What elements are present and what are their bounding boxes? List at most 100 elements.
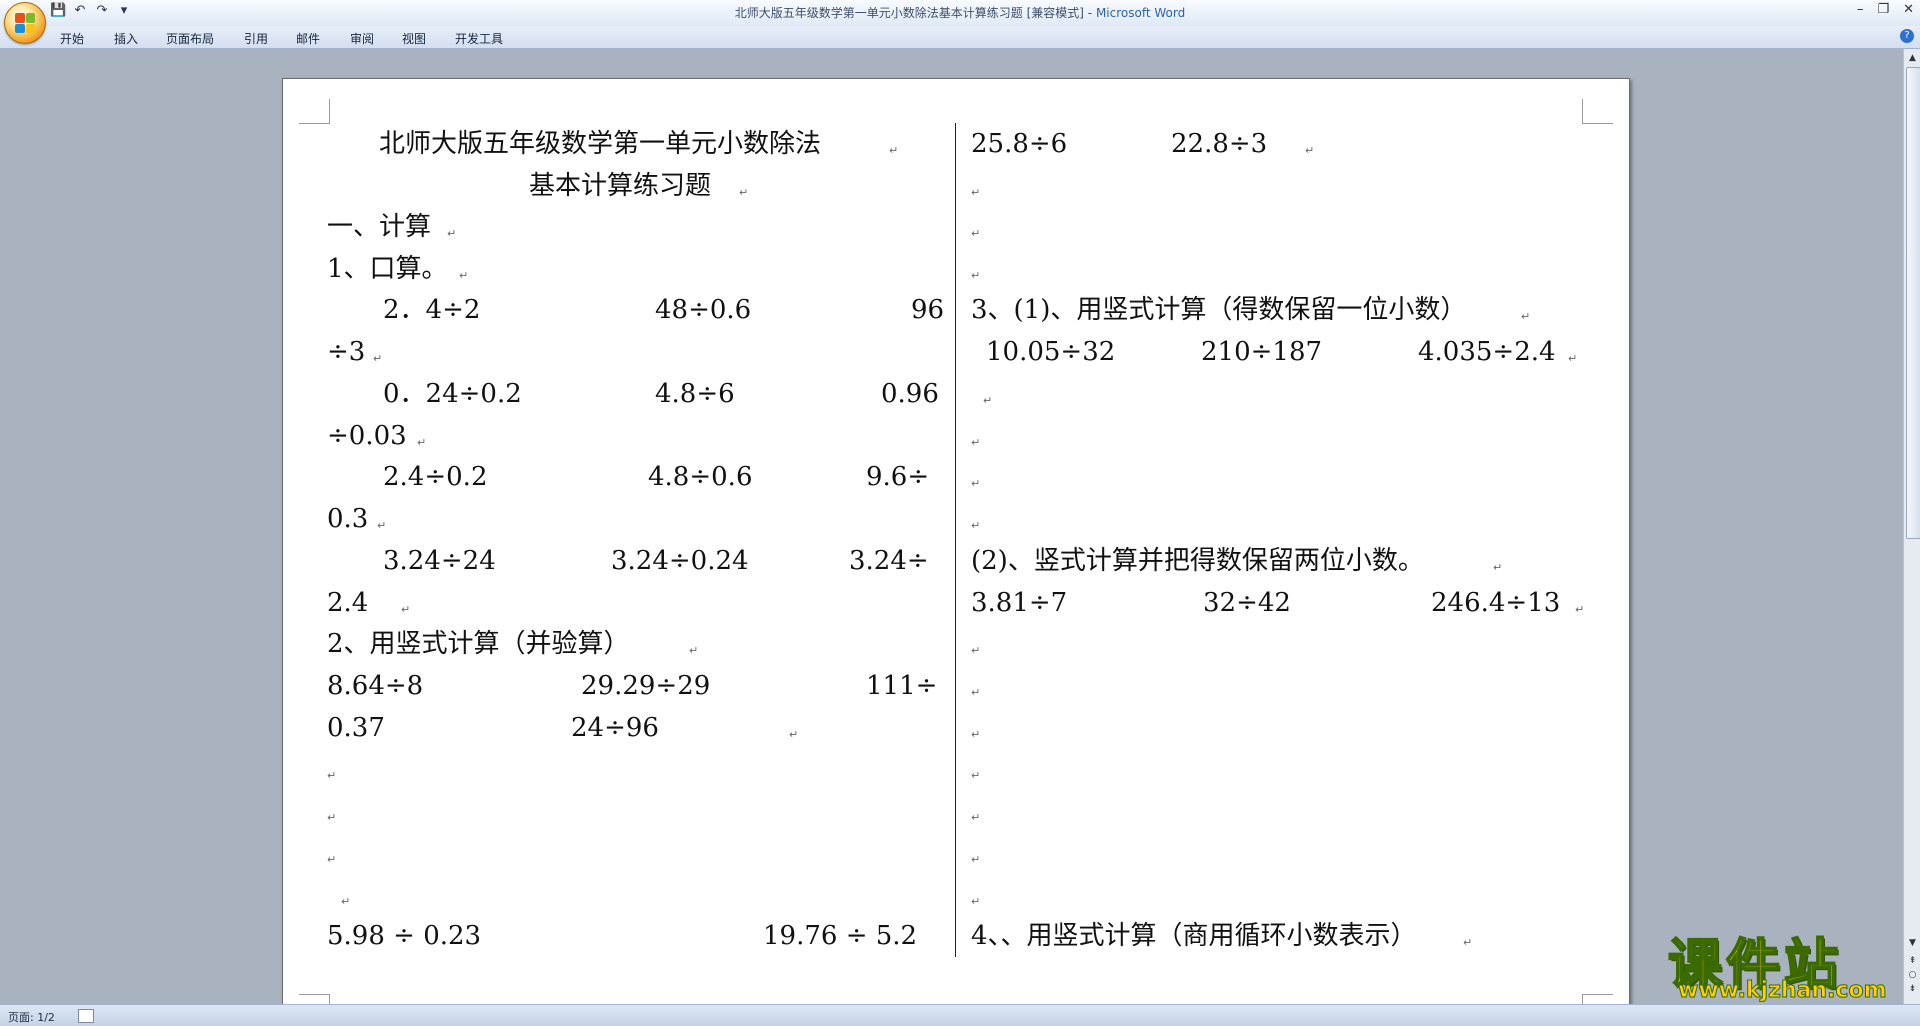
problem: 10.05÷32 <box>986 337 1116 367</box>
scroll-up-icon[interactable]: ▲ <box>1906 52 1919 65</box>
problem: 3.24÷ <box>849 546 929 576</box>
restore-button[interactable]: ❐ <box>1877 2 1889 17</box>
question-3: 3、(1)、用竖式计算（得数保留一位小数） <box>971 295 1467 325</box>
problem: 4.8÷0.6 <box>648 462 753 492</box>
page-indicator[interactable]: 页面: 1/2 <box>8 1009 55 1025</box>
paragraph-mark: ↵ <box>971 227 981 240</box>
paragraph-mark: ↵ <box>971 186 981 199</box>
question-1: 1、口算。 <box>327 254 448 284</box>
tab-references[interactable]: 引用 <box>244 30 268 47</box>
doc-title-line2: 基本计算练习题 <box>529 171 712 201</box>
problem: 5.98 ÷ 0.23 <box>327 921 482 951</box>
paragraph-mark: ↵ <box>1575 603 1585 616</box>
crop-mark <box>299 99 330 124</box>
app-name: Microsoft Word <box>1095 6 1186 20</box>
crop-mark <box>1582 99 1613 124</box>
ribbon-tabs: 开始 插入 页面布局 引用 邮件 审阅 视图 开发工具 ? <box>0 26 1920 49</box>
problem: 246.4÷13 <box>1431 588 1561 618</box>
paragraph-mark: ↵ <box>1463 936 1473 949</box>
tab-insert[interactable]: 插入 <box>114 30 138 47</box>
paragraph-mark: ↵ <box>971 728 981 741</box>
problem: 24÷96 <box>571 713 659 743</box>
office-button[interactable] <box>4 2 46 44</box>
column-divider <box>955 123 956 957</box>
problem: 3.81÷7 <box>971 588 1068 618</box>
paragraph-mark: ↵ <box>971 269 981 282</box>
section-heading: 一、计算 <box>327 212 432 242</box>
paragraph-mark: ↵ <box>971 644 981 657</box>
paragraph-mark: ↵ <box>377 519 387 532</box>
vertical-scrollbar[interactable]: ▲ ▼ ⇞ ○ ⇟ <box>1903 49 1920 1004</box>
paragraph-mark: ↵ <box>447 227 457 240</box>
problem: 19.76 ÷ 5.2 <box>763 921 918 951</box>
scroll-thumb[interactable] <box>1906 67 1920 539</box>
paragraph-mark: ↵ <box>327 853 337 866</box>
paragraph-mark: ↵ <box>401 603 411 616</box>
paragraph-mark: ↵ <box>971 436 981 449</box>
document-page[interactable]: 北师大版五年级数学第一单元小数除法 ↵ 基本计算练习题 ↵ 一、计算 ↵ 1、口… <box>282 78 1630 1010</box>
problem: 210÷187 <box>1201 337 1323 367</box>
paragraph-mark: ↵ <box>1521 310 1531 323</box>
tab-mailings[interactable]: 邮件 <box>296 30 320 47</box>
problem: 3.24÷0.24 <box>611 546 749 576</box>
problem-wrap: ÷0.03 <box>327 421 407 451</box>
paragraph-mark: ↵ <box>1493 561 1503 574</box>
paragraph-mark: ↵ <box>739 186 749 199</box>
site-watermark: 课件站 www.kjzhan.com <box>1660 920 1910 1005</box>
problem: 48÷0.6 <box>655 295 752 325</box>
paragraph-mark: ↵ <box>373 352 383 365</box>
proofing-icon[interactable] <box>78 1009 94 1023</box>
problem: 4.035÷2.4 <box>1418 337 1556 367</box>
problem-wrap: ÷3 <box>327 337 366 367</box>
paragraph-mark: ↵ <box>971 895 981 908</box>
paragraph-mark: ↵ <box>341 895 351 908</box>
problem-wrap: 0.37 <box>327 713 385 743</box>
document-title: 北师大版五年级数学第一单元小数除法基本计算练习题 [兼容模式] <box>734 6 1084 20</box>
problem-wrap: 2.4 <box>327 588 369 618</box>
tab-view[interactable]: 视图 <box>402 30 426 47</box>
question-4: 4、、用竖式计算（商用循环小数表示） <box>971 921 1417 951</box>
problem: 32÷42 <box>1203 588 1291 618</box>
tab-home[interactable]: 开始 <box>60 30 84 47</box>
problem: 9.6÷ <box>866 462 930 492</box>
doc-title-line1: 北师大版五年级数学第一单元小数除法 <box>379 129 822 159</box>
problem: 29.29÷29 <box>581 671 711 701</box>
title-bar: 💾 ↶ ↷ ▾ 北师大版五年级数学第一单元小数除法基本计算练习题 [兼容模式] … <box>0 0 1920 27</box>
paragraph-mark: ↵ <box>971 519 981 532</box>
help-icon[interactable]: ? <box>1900 29 1914 43</box>
tab-page-layout[interactable]: 页面布局 <box>166 30 214 47</box>
problem: 2．4÷2 <box>383 295 481 325</box>
problem-wrap: 0.3 <box>327 504 369 534</box>
paragraph-mark: ↵ <box>789 728 799 741</box>
window-controls: – ❐ ✕ <box>1857 2 1914 17</box>
paragraph-mark: ↵ <box>689 644 699 657</box>
question-3b: (2)、竖式计算并把得数保留两位小数。 <box>971 546 1424 576</box>
paragraph-mark: ↵ <box>971 853 981 866</box>
tab-developer[interactable]: 开发工具 <box>455 30 503 47</box>
problem: 0．24÷0.2 <box>383 379 522 409</box>
status-bar: 页面: 1/2 <box>0 1004 1920 1026</box>
problem: 4.8÷6 <box>655 379 735 409</box>
title-separator: - <box>1083 6 1096 20</box>
tab-review[interactable]: 审阅 <box>350 30 374 47</box>
office-logo-icon <box>15 13 35 33</box>
paragraph-mark: ↵ <box>971 477 981 490</box>
watermark-url: www.kjzhan.com <box>1678 978 1888 1004</box>
problem: 2.4÷0.2 <box>383 462 488 492</box>
problem: 0.96 <box>881 379 939 409</box>
minimize-button[interactable]: – <box>1857 2 1864 17</box>
problem: 25.8÷6 <box>971 129 1068 159</box>
paragraph-mark: ↵ <box>889 144 899 157</box>
problem: 8.64÷8 <box>327 671 424 701</box>
problem: 96 <box>911 295 945 325</box>
problem: 3.24÷24 <box>383 546 496 576</box>
paragraph-mark: ↵ <box>971 769 981 782</box>
paragraph-mark: ↵ <box>1568 352 1578 365</box>
window-title: 北师大版五年级数学第一单元小数除法基本计算练习题 [兼容模式] - Micros… <box>0 4 1920 21</box>
paragraph-mark: ↵ <box>417 436 427 449</box>
paragraph-mark: ↵ <box>1305 144 1315 157</box>
paragraph-mark: ↵ <box>459 269 469 282</box>
close-button[interactable]: ✕ <box>1903 2 1914 17</box>
paragraph-mark: ↵ <box>327 811 337 824</box>
problem: 22.8÷3 <box>1171 129 1268 159</box>
